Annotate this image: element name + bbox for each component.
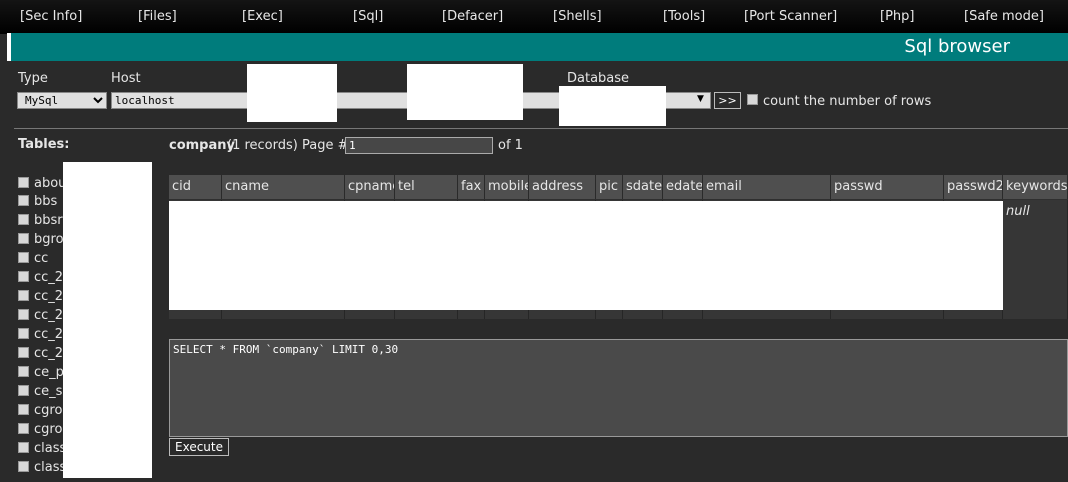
table-name[interactable]: bgro [34, 232, 64, 247]
menu-item-safe-mode[interactable]: [Safe mode] [964, 9, 1044, 24]
menu-item-defacer[interactable]: [Defacer] [442, 9, 503, 24]
column-header[interactable]: pic [596, 175, 623, 199]
table-checkbox[interactable] [18, 442, 29, 453]
count-rows-checkbox[interactable] [747, 94, 758, 105]
table-name[interactable]: cc [34, 251, 48, 266]
table-checkbox[interactable] [18, 404, 29, 415]
table-checkbox[interactable] [18, 271, 29, 282]
column-header[interactable]: passwd [831, 175, 944, 199]
menu-item-php[interactable]: [Php] [880, 9, 914, 24]
table-checkbox[interactable] [18, 195, 29, 206]
redacted-block [63, 162, 152, 478]
page-total: of 1 [498, 138, 523, 153]
host-label: Host [111, 71, 141, 86]
menu-item-shells[interactable]: [Shells] [553, 9, 602, 24]
execute-button[interactable]: Execute [169, 438, 229, 456]
current-table-name: company [169, 138, 235, 153]
table-checkbox[interactable] [18, 347, 29, 358]
column-header[interactable]: fax [458, 175, 485, 199]
column-header[interactable]: cname [222, 175, 345, 199]
table-checkbox[interactable] [18, 177, 29, 188]
table-checkbox[interactable] [18, 214, 29, 225]
table-name[interactable]: cgro [34, 422, 62, 437]
type-label: Type [18, 71, 48, 86]
table-name[interactable]: cc_2 [34, 289, 63, 304]
page-number-input[interactable] [345, 137, 493, 154]
redacted-block [407, 64, 523, 120]
page-title: Sql browser [904, 36, 1010, 57]
records-info: (1 records) Page # [227, 138, 349, 153]
section-header: Sql browser [7, 33, 1068, 61]
table-name[interactable]: class [34, 441, 66, 456]
table-name[interactable]: cgro [34, 403, 62, 418]
table-checkbox[interactable] [18, 309, 29, 320]
table-name[interactable]: ce_p [34, 365, 64, 380]
database-dropdown-arrow-icon[interactable]: ▼ [697, 94, 704, 104]
table-name[interactable]: bbsr [34, 213, 63, 228]
table-checkbox[interactable] [18, 290, 29, 301]
table-name[interactable]: class [34, 460, 66, 475]
table-name[interactable]: ce_s [34, 384, 62, 399]
column-header[interactable]: email [703, 175, 831, 199]
menu-item-files[interactable]: [Files] [138, 9, 177, 24]
table-checkbox[interactable] [18, 385, 29, 396]
menu-item-tools[interactable]: [Tools] [663, 9, 705, 24]
count-rows-label: count the number of rows [763, 94, 932, 109]
table-name[interactable]: cc_2 [34, 327, 63, 342]
column-header[interactable]: sdate [623, 175, 663, 199]
menu-item-sec-info[interactable]: [Sec Info] [20, 9, 82, 24]
column-header[interactable]: cid [169, 175, 222, 199]
column-header[interactable]: cpname [345, 175, 395, 199]
column-header[interactable]: mobile [485, 175, 529, 199]
column-header[interactable]: tel [395, 175, 458, 199]
column-header[interactable]: address [529, 175, 596, 199]
table-name[interactable]: cc_2 [34, 270, 63, 285]
sql-query-input[interactable]: SELECT * FROM `company` LIMIT 0,30 [169, 339, 1068, 437]
table-name[interactable]: abou [34, 176, 66, 191]
column-header[interactable]: keywords [1003, 175, 1068, 199]
column-cell: null [1003, 200, 1068, 319]
top-menu-bar: [Sec Info] [Files] [Exec] [Sql] [Defacer… [0, 0, 1068, 34]
divider [14, 128, 1068, 129]
column-header[interactable]: passwd2 [944, 175, 1003, 199]
table-checkbox[interactable] [18, 233, 29, 244]
menu-item-port-scanner[interactable]: [Port Scanner] [744, 9, 837, 24]
table-name[interactable]: cc_2 [34, 308, 63, 323]
table-checkbox[interactable] [18, 252, 29, 263]
column-header[interactable]: edate [663, 175, 703, 199]
redacted-block [559, 86, 666, 126]
table-checkbox[interactable] [18, 461, 29, 472]
menu-item-sql[interactable]: [Sql] [353, 9, 383, 24]
redacted-block [247, 64, 337, 122]
table-checkbox[interactable] [18, 423, 29, 434]
table-checkbox[interactable] [18, 366, 29, 377]
table-name[interactable]: cc_2 [34, 346, 63, 361]
connect-go-button[interactable]: >> [714, 92, 741, 109]
table-name[interactable]: bbs [34, 194, 57, 209]
null-value: null [1006, 204, 1030, 219]
database-label: Database [567, 71, 630, 86]
tables-title: Tables: [18, 137, 70, 152]
menu-item-exec[interactable]: [Exec] [242, 9, 283, 24]
type-select[interactable]: MySql [17, 92, 107, 109]
table-checkbox[interactable] [18, 328, 29, 339]
redacted-block [169, 201, 1003, 310]
